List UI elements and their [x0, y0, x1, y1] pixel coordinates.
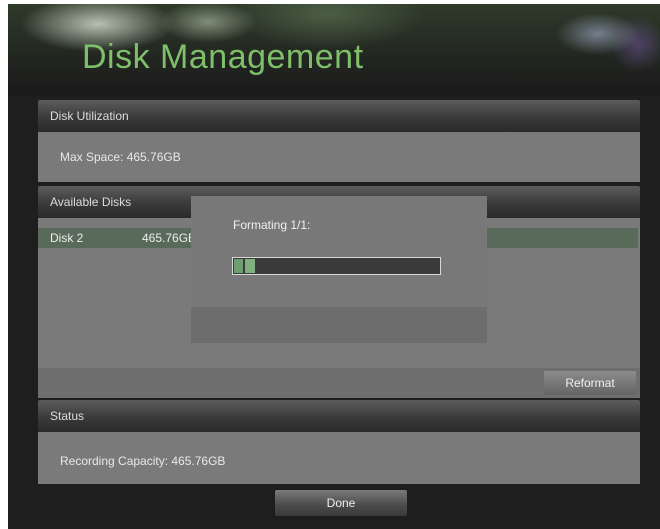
- format-progress-bar: [232, 257, 441, 275]
- header-banner: Disk Management: [8, 4, 660, 96]
- disk-utilization-header: Disk Utilization: [38, 100, 640, 132]
- page-title: Disk Management: [82, 38, 364, 76]
- formatting-dialog: Formating 1/1:: [191, 196, 487, 343]
- disk-utilization-panel: Max Space: 465.76GB: [38, 132, 640, 182]
- disk-size: 465.76GB: [142, 231, 197, 245]
- status-header: Status: [38, 400, 640, 432]
- dialog-body: Formating 1/1:: [191, 196, 487, 307]
- max-space-label: Max Space: 465.76GB: [60, 150, 181, 164]
- formatting-message: Formating 1/1:: [233, 218, 311, 232]
- disk-management-window: Disk Management Disk Utilization Max Spa…: [8, 4, 660, 529]
- done-button[interactable]: Done: [275, 490, 407, 516]
- recording-capacity-label: Recording Capacity: 465.76GB: [60, 454, 226, 468]
- reformat-button[interactable]: Reformat: [544, 371, 636, 395]
- progress-fill: [234, 259, 255, 273]
- status-panel: Recording Capacity: 465.76GB: [38, 432, 640, 484]
- disk-name: Disk 2: [50, 231, 84, 245]
- reformat-bar: Reformat: [38, 368, 640, 398]
